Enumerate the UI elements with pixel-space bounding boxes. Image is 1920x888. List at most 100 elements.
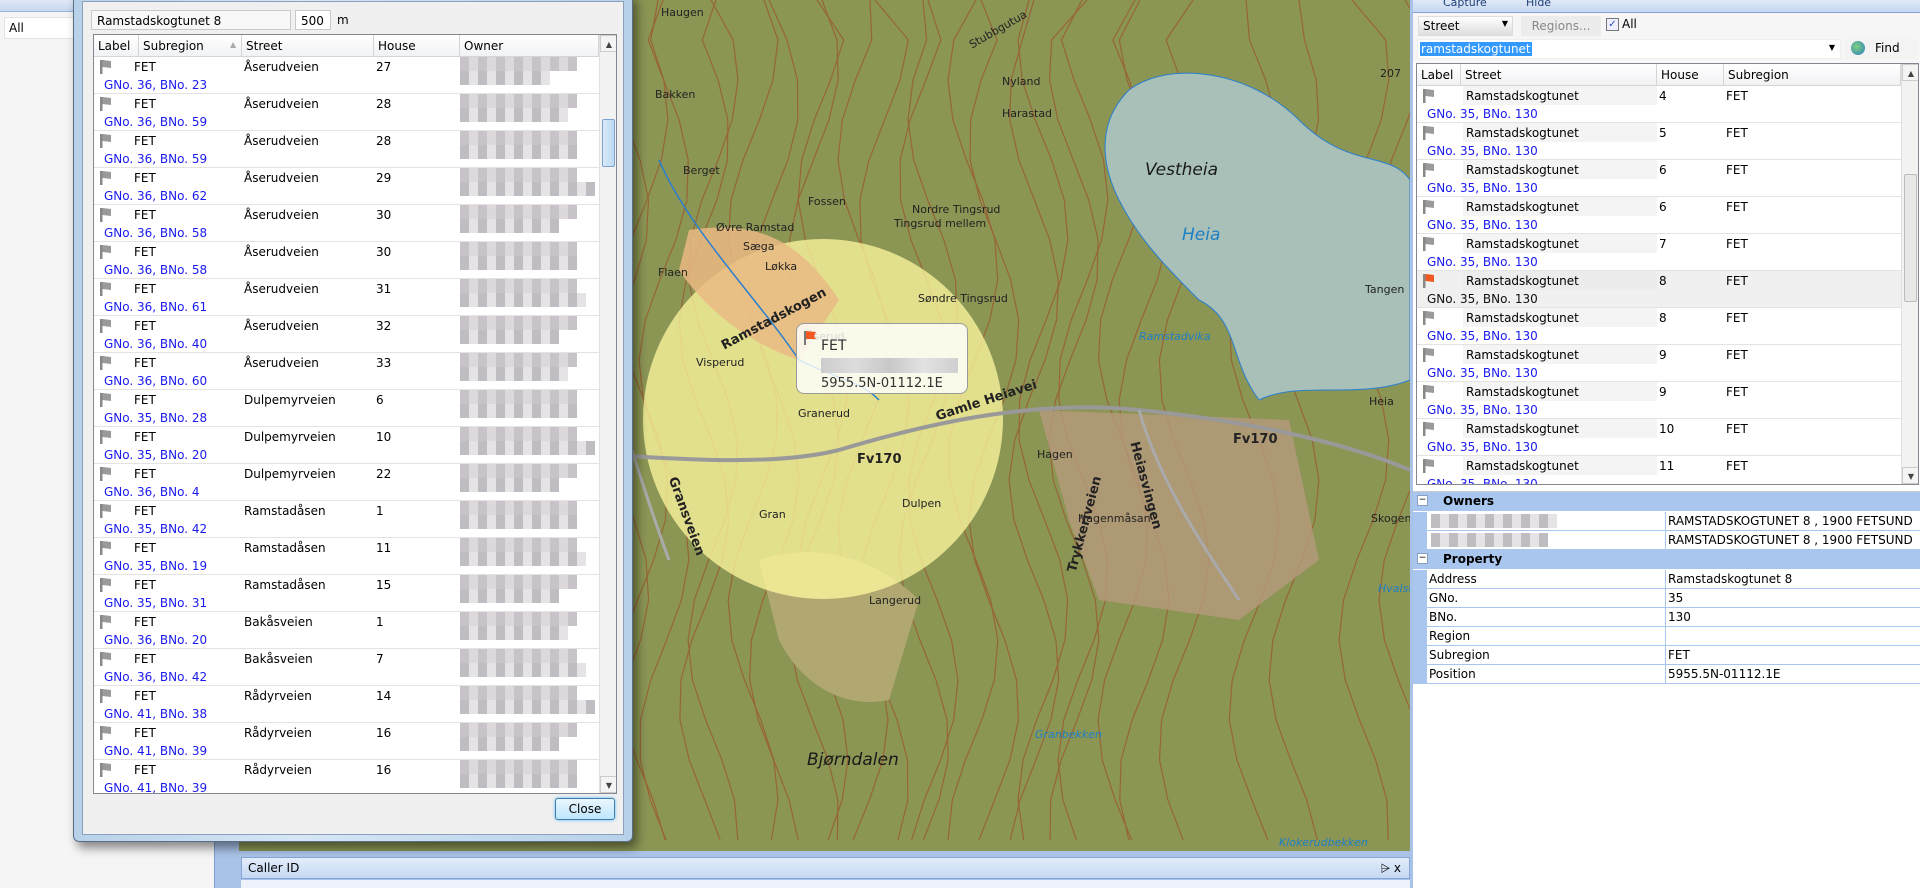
radius-field[interactable]: 500	[295, 10, 331, 30]
street-cell: Bakåsveien	[244, 652, 313, 666]
find-label: Find	[1875, 41, 1900, 55]
property-row[interactable]: Region	[1413, 627, 1920, 646]
property-id: GNo. 35, BNo. 28	[104, 411, 208, 425]
property-id: GNo. 35, BNo. 130	[1427, 329, 1538, 343]
search-input[interactable]: ramstadskogtunet ▼	[1417, 39, 1841, 59]
table-row[interactable]: Ramstadskogtunet 6 FET GNo. 35, BNo. 130	[1417, 197, 1901, 234]
column-header-label[interactable]: Label	[1417, 64, 1461, 86]
column-header-house[interactable]: House	[1657, 64, 1724, 86]
owners-category[interactable]: − Owners	[1413, 492, 1920, 511]
column-header-street[interactable]: Street	[242, 35, 374, 57]
owner-row[interactable]: RAMSTADSKOGTUNET 8 , 1900 FETSUND	[1413, 531, 1920, 550]
property-row[interactable]: Subregion FET	[1413, 646, 1920, 665]
table-row[interactable]: FET Åserudveien 30 GNo. 36, BNo. 58	[94, 205, 599, 242]
table-row[interactable]: Ramstadskogtunet 5 FET GNo. 35, BNo. 130	[1417, 123, 1901, 160]
radius-unit: m	[337, 13, 349, 27]
table-row[interactable]: FET Bakåsveien 1 GNo. 36, BNo. 20	[94, 612, 599, 649]
table-row[interactable]: FET Ramstadåsen 1 GNo. 35, BNo. 42	[94, 501, 599, 538]
flag-icon	[100, 97, 111, 111]
table-row[interactable]: FET Åserudveien 33 GNo. 36, BNo. 60	[94, 353, 599, 390]
table-row[interactable]: Ramstadskogtunet 10 FET GNo. 35, BNo. 130	[1417, 419, 1901, 456]
owner-redacted	[460, 242, 577, 256]
table-row[interactable]: Ramstadskogtunet 8 FET GNo. 35, BNo. 130	[1417, 271, 1901, 308]
dialog-body: Ramstadskogtunet 8 500 m Label Subregion S…	[82, 1, 624, 835]
map-label: Fossen	[808, 195, 846, 208]
hide-button[interactable]: Hide	[1526, 0, 1551, 9]
capture-button[interactable]: Capture	[1443, 0, 1487, 9]
scroll-down-icon[interactable]: ▼	[600, 776, 616, 793]
scroll-up-icon[interactable]: ▲	[600, 35, 616, 52]
street-cell: Ramstadåsen	[244, 504, 326, 518]
table-row[interactable]: Ramstadskogtunet 9 FET GNo. 35, BNo. 130	[1417, 345, 1901, 382]
owner-redacted	[460, 575, 577, 589]
find-button[interactable]: Find	[1845, 39, 1917, 59]
search-type-select[interactable]: Street ▼	[1418, 16, 1513, 36]
column-header-owner[interactable]: Owner	[460, 35, 599, 57]
property-id: GNo. 35, BNo. 130	[1427, 440, 1538, 454]
flag-icon	[100, 319, 111, 333]
map-label: Granbekken	[1035, 728, 1102, 741]
chevron-down-icon[interactable]: ▼	[1829, 43, 1835, 52]
close-button[interactable]: Close	[555, 798, 615, 820]
property-row[interactable]: Position 5955.5N-01112.1E	[1413, 665, 1920, 684]
table-row[interactable]: FET Rådyrveien 16 GNo. 41, BNo. 39	[94, 760, 599, 793]
house-cell: 30	[376, 245, 392, 259]
property-row[interactable]: Address Ramstadskogtunet 8	[1413, 570, 1920, 589]
regions-button[interactable]: Regions...	[1521, 16, 1601, 36]
table-row[interactable]: Ramstadskogtunet 4 FET GNo. 35, BNo. 130	[1417, 86, 1901, 123]
table-row[interactable]: FET Åserudveien 32 GNo. 36, BNo. 40	[94, 316, 599, 353]
property-row[interactable]: GNo. 35	[1413, 589, 1920, 608]
pin-close-icons[interactable]: ⩥ x	[1380, 861, 1401, 876]
street-cell: Ramstadskogtunet	[1466, 126, 1579, 140]
collapse-icon[interactable]: −	[1417, 553, 1428, 564]
vertical-scrollbar[interactable]: ▲ ▼	[1901, 64, 1918, 484]
column-header-label[interactable]: Label	[94, 35, 139, 57]
table-row[interactable]: FET Bakåsveien 7 GNo. 36, BNo. 42	[94, 649, 599, 686]
house-cell: 1	[376, 615, 384, 629]
scroll-up-icon[interactable]: ▲	[1902, 64, 1918, 81]
property-row[interactable]: BNo. 130	[1413, 608, 1920, 627]
collapse-icon[interactable]: −	[1417, 495, 1428, 506]
table-row[interactable]: FET Dulpemyrveien 6 GNo. 35, BNo. 28	[94, 390, 599, 427]
contour-line	[1338, 0, 1390, 841]
table-row[interactable]: FET Ramstadåsen 11 GNo. 35, BNo. 19	[94, 538, 599, 575]
owner-redacted	[460, 737, 559, 751]
owner-row[interactable]: RAMSTADSKOGTUNET 8 , 1900 FETSUND	[1413, 512, 1920, 531]
search-results-list[interactable]: Label Street House Subregion Ramstadskogtune…	[1416, 63, 1919, 485]
table-row[interactable]: Ramstadskogtunet 7 FET GNo. 35, BNo. 130	[1417, 234, 1901, 271]
owner-redacted	[460, 501, 577, 515]
scroll-down-icon[interactable]: ▼	[1902, 467, 1918, 484]
table-row[interactable]: FET Åserudveien 30 GNo. 36, BNo. 58	[94, 242, 599, 279]
owner-redacted	[460, 219, 559, 233]
map-popup[interactable]: FET 5955.5N-01112.1E	[796, 323, 968, 394]
all-checkbox[interactable]: ✓	[1606, 18, 1619, 31]
scroll-thumb[interactable]	[602, 119, 615, 167]
table-row[interactable]: Ramstadskogtunet 8 FET GNo. 35, BNo. 130	[1417, 308, 1901, 345]
table-row[interactable]: Ramstadskogtunet 11 FET GNo. 35, BNo. 130	[1417, 456, 1901, 484]
table-row[interactable]: FET Åserudveien 28 GNo. 36, BNo. 59	[94, 131, 599, 168]
scroll-thumb[interactable]	[1904, 174, 1917, 302]
close-icon[interactable]: x	[1394, 861, 1401, 875]
property-category[interactable]: − Property	[1413, 550, 1920, 569]
table-row[interactable]: FET Ramstadåsen 15 GNo. 35, BNo. 31	[94, 575, 599, 612]
table-row[interactable]: FET Åserudveien 27 GNo. 36, BNo. 23	[94, 57, 599, 94]
column-header-subregion[interactable]: Subregion	[1724, 64, 1901, 86]
pin-icon[interactable]: ⩥	[1380, 861, 1390, 875]
table-row[interactable]: FET Dulpemyrveien 10 GNo. 35, BNo. 20	[94, 427, 599, 464]
table-row[interactable]: FET Åserudveien 31 GNo. 36, BNo. 61	[94, 279, 599, 316]
table-row[interactable]: FET Rådyrveien 16 GNo. 41, BNo. 39	[94, 723, 599, 760]
table-row[interactable]: FET Rådyrveien 14 GNo. 41, BNo. 38	[94, 686, 599, 723]
vertical-scrollbar[interactable]: ▲ ▼	[599, 35, 616, 793]
column-header-house[interactable]: House	[374, 35, 460, 57]
table-row[interactable]: FET Åserudveien 28 GNo. 36, BNo. 59	[94, 94, 599, 131]
property-id: GNo. 41, BNo. 39	[104, 744, 208, 758]
address-field[interactable]: Ramstadskogtunet 8	[91, 10, 291, 30]
table-row[interactable]: FET Dulpemyrveien 22 GNo. 36, BNo. 4	[94, 464, 599, 501]
column-header-street[interactable]: Street	[1461, 64, 1657, 86]
table-row[interactable]: Ramstadskogtunet 6 FET GNo. 35, BNo. 130	[1417, 160, 1901, 197]
column-header-subregion[interactable]: Subregion	[139, 35, 242, 57]
results-list[interactable]: Label Subregion Street House Owner ▲ FET Åserud…	[93, 34, 617, 794]
street-cell: Rådyrveien	[244, 689, 312, 703]
table-row[interactable]: FET Åserudveien 29 GNo. 36, BNo. 62	[94, 168, 599, 205]
table-row[interactable]: Ramstadskogtunet 9 FET GNo. 35, BNo. 130	[1417, 382, 1901, 419]
